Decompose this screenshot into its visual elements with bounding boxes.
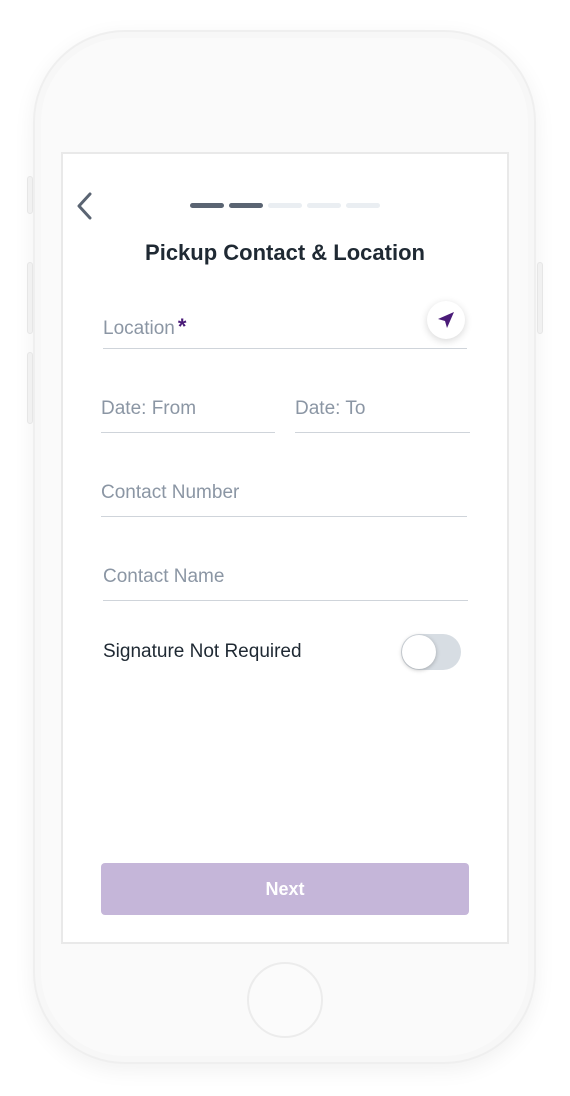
phone-side-button-mute (27, 176, 33, 214)
contact-number-placeholder: Contact Number (101, 482, 240, 503)
use-current-location-button[interactable] (427, 301, 465, 339)
phone-side-button-power (537, 262, 543, 334)
required-marker: * (177, 314, 187, 339)
location-placeholder: Location * (103, 314, 187, 339)
location-field[interactable]: Location * (103, 301, 467, 349)
date-to-placeholder: Date: To (295, 398, 366, 419)
back-button[interactable] (71, 188, 99, 224)
page-title: Pickup Contact & Location (145, 240, 425, 265)
phone-side-button-volume-up (27, 262, 33, 334)
date-from-placeholder: Date: From (101, 398, 197, 419)
signature-setting-row: Signature Not Required (103, 632, 463, 672)
contact-number-field[interactable]: Contact Number (101, 476, 467, 517)
date-to-field[interactable]: Date: To (295, 392, 470, 433)
contact-name-placeholder: Contact Name (103, 566, 225, 587)
step-indicator-3 (268, 203, 302, 208)
signature-toggle[interactable] (401, 634, 461, 670)
step-indicator-2 (229, 203, 263, 208)
step-indicator-1 (190, 203, 224, 208)
progress-stepper (190, 203, 380, 208)
phone-home-button (247, 962, 323, 1038)
chevron-left-icon (77, 192, 92, 220)
phone-side-button-volume-down (27, 352, 33, 424)
contact-name-field[interactable]: Contact Name (103, 560, 468, 601)
toggle-knob (402, 635, 436, 669)
date-from-field[interactable]: Date: From (101, 392, 275, 433)
navigation-arrow-icon (438, 312, 454, 328)
signature-label: Signature Not Required (103, 641, 302, 662)
step-indicator-4 (307, 203, 341, 208)
app-screen: Pickup Contact & Location Location * Date… (61, 152, 509, 944)
next-button[interactable]: Next (101, 863, 469, 915)
step-indicator-5 (346, 203, 380, 208)
